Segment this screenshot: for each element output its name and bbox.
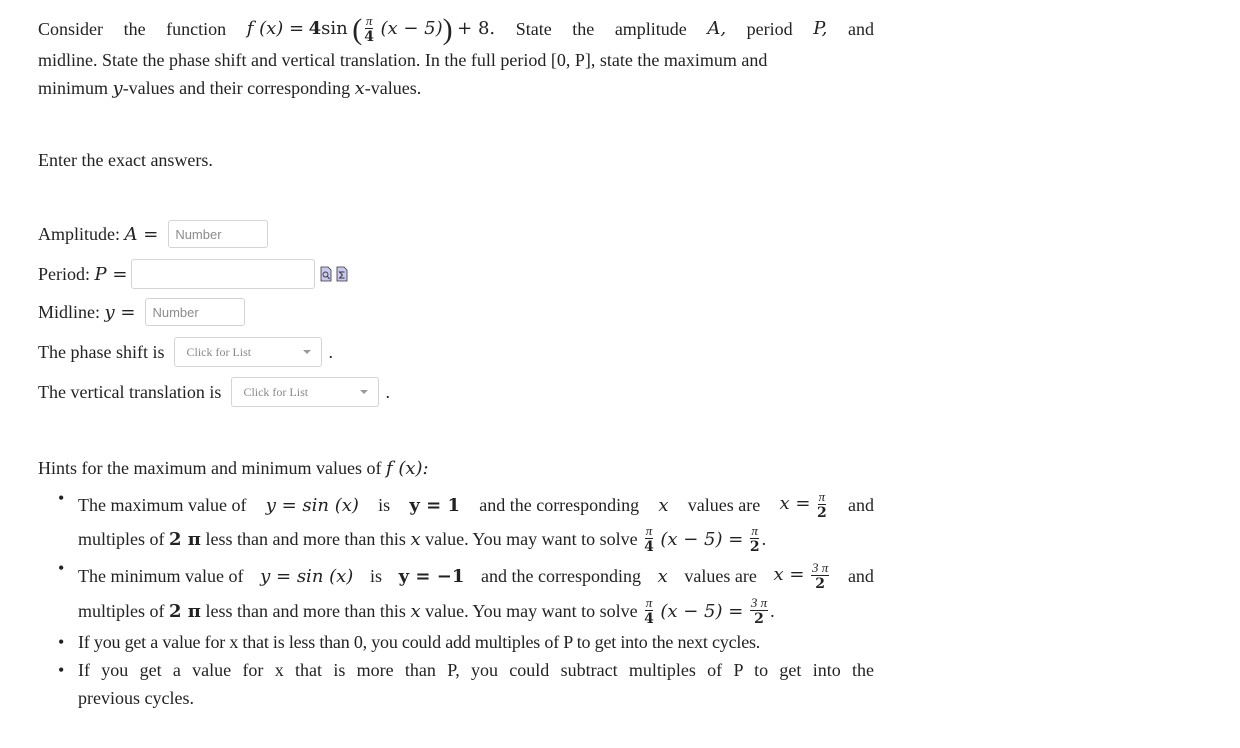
intro-word: the: [572, 19, 595, 39]
vertical-translation-dropdown[interactable]: Click for List: [231, 377, 380, 407]
amplitude-var-label: A =: [124, 223, 159, 245]
question-line-3: minimum y-values and their corresponding…: [38, 78, 422, 99]
period-row: Period: P =: [38, 259, 348, 289]
midline-var-label: y =: [104, 301, 136, 323]
midline-row: Midline: y =: [38, 298, 246, 326]
intro-word: State: [515, 19, 552, 39]
intro-word: function: [166, 19, 227, 39]
phase-shift-row: The phase shift is Click for List .: [38, 337, 333, 367]
hint-item: If you get a value for x that is more th…: [38, 656, 874, 712]
intro-word: Consider: [38, 19, 103, 39]
hints-title: Hints for the maximum and minimum values…: [38, 458, 429, 479]
period-var: P,: [813, 18, 828, 39]
vertical-translation-label: The vertical translation is: [38, 381, 222, 402]
intro-word: period: [746, 19, 793, 39]
intro-word: amplitude: [614, 19, 687, 39]
hint-item: The minimum value of y = sin (x) is y = …: [38, 558, 874, 628]
period-label: Period:: [38, 263, 90, 284]
preview-icon[interactable]: [320, 266, 332, 282]
function-expression: f (x) = 4sin (π 4 (x − 5)) + 8.: [246, 12, 496, 46]
fraction: π4: [364, 13, 374, 46]
phase-shift-label: The phase shift is: [38, 341, 165, 362]
intro-word: and: [847, 19, 874, 39]
midline-input[interactable]: [145, 298, 246, 326]
hints-section: Hints for the maximum and minimum values…: [38, 454, 874, 712]
hints-list: The maximum value of y = sin (x) is y = …: [38, 488, 874, 712]
amplitude-row: Amplitude: A =: [38, 220, 269, 248]
vertical-translation-selected: Click for List: [243, 384, 309, 399]
chevron-down-icon: [360, 390, 369, 394]
amplitude-label: Amplitude:: [38, 223, 120, 244]
intro-word: the: [123, 19, 146, 39]
amplitude-input[interactable]: [168, 220, 269, 248]
phase-shift-selected: Click for List: [186, 344, 252, 359]
question-text: Consider the function f (x) = 4sin (π 4 (…: [38, 12, 874, 102]
period-input[interactable]: [131, 259, 316, 289]
vertical-translation-row: The vertical translation is Click for Li…: [38, 377, 390, 407]
question-line-2: midline. State the phase shift and verti…: [38, 50, 768, 70]
midline-label: Midline:: [38, 301, 100, 322]
period-var-label: P =: [94, 263, 128, 285]
chevron-down-icon: [303, 350, 312, 354]
phase-shift-period: .: [328, 341, 333, 362]
amplitude-var: A,: [707, 18, 727, 39]
instructions: Enter the exact answers.: [38, 150, 213, 170]
phase-shift-dropdown[interactable]: Click for List: [174, 337, 323, 367]
hint-item: The maximum value of y = sin (x) is y = …: [38, 488, 874, 556]
hint-item: If you get a value for x that is less th…: [38, 628, 874, 656]
vertical-translation-period: .: [385, 381, 390, 402]
equation-editor-icon[interactable]: [336, 266, 348, 282]
